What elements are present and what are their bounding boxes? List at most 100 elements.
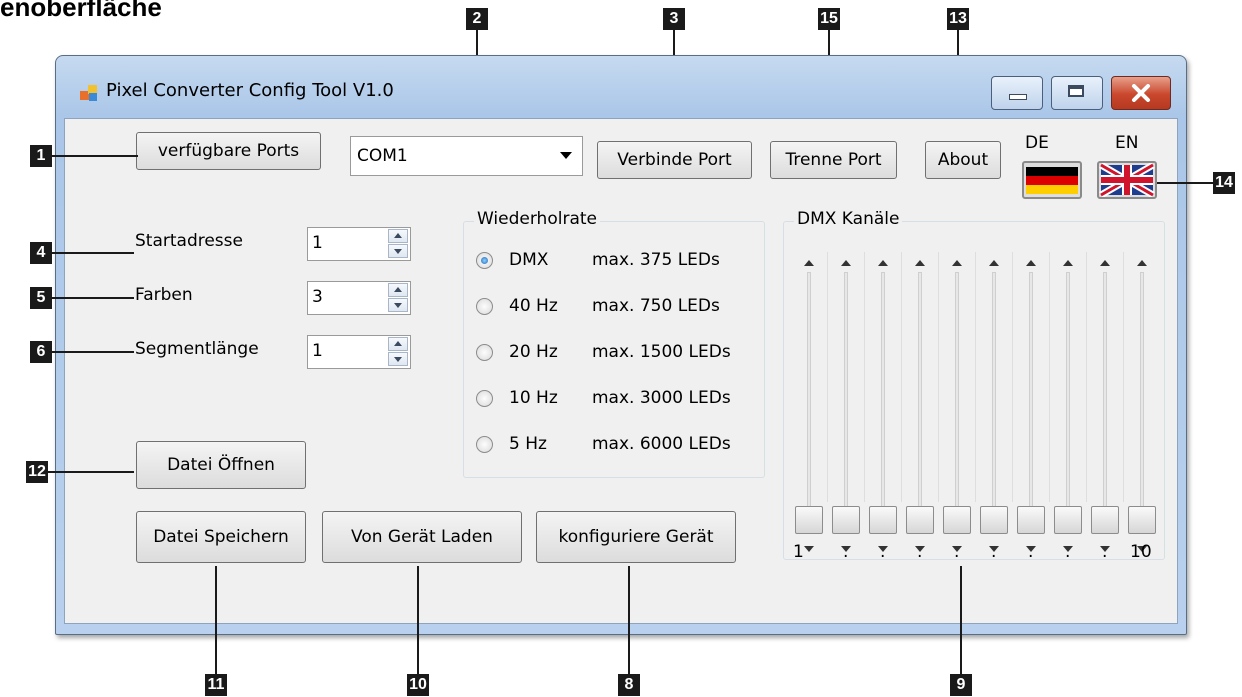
callout-12: 12 bbox=[26, 461, 48, 483]
slider-tick-up-icon bbox=[804, 260, 814, 266]
slider-track bbox=[955, 272, 959, 530]
slider-track bbox=[1029, 272, 1033, 530]
close-button[interactable] bbox=[1111, 76, 1171, 110]
slider-thumb[interactable] bbox=[906, 506, 934, 534]
spinner-up-icon[interactable] bbox=[388, 337, 408, 351]
callout-4: 4 bbox=[30, 242, 52, 264]
dmx-channel-dot: . bbox=[1065, 542, 1071, 562]
slider-thumb[interactable] bbox=[943, 506, 971, 534]
open-file-button[interactable]: Datei Öffnen bbox=[136, 441, 306, 489]
chevron-down-icon bbox=[560, 152, 572, 159]
slider-track bbox=[1103, 272, 1107, 530]
disconnect-port-button[interactable]: Trenne Port bbox=[770, 141, 897, 179]
callout-11: 11 bbox=[205, 674, 227, 696]
repeat-rate-label: 10 Hz bbox=[509, 388, 558, 408]
available-ports-button[interactable]: verfügbare Ports bbox=[136, 132, 321, 170]
callout-14: 14 bbox=[1213, 172, 1235, 194]
callout-line-8 bbox=[628, 566, 630, 674]
slider-thumb[interactable] bbox=[1091, 506, 1119, 534]
slider-separator bbox=[975, 252, 976, 502]
slider-separator bbox=[1086, 252, 1087, 502]
port-select[interactable]: COM1 bbox=[350, 136, 583, 176]
slider-track bbox=[1140, 272, 1144, 530]
callout-8: 8 bbox=[618, 674, 640, 696]
dmx-channel-slider[interactable] bbox=[792, 260, 826, 552]
dmx-channel-slider[interactable] bbox=[1051, 260, 1085, 552]
dmx-channel-slider[interactable] bbox=[1125, 260, 1159, 552]
repeat-rate-radio[interactable] bbox=[476, 344, 493, 361]
app-icon bbox=[80, 85, 97, 101]
slider-track bbox=[1066, 272, 1070, 530]
dmx-channel-slider[interactable] bbox=[977, 260, 1011, 552]
minimize-button[interactable] bbox=[991, 76, 1043, 110]
dmx-channel-dot: . bbox=[954, 542, 960, 562]
uk-flag-button[interactable] bbox=[1097, 161, 1157, 199]
colors-spinner[interactable]: 3 bbox=[307, 281, 411, 315]
repeat-rate-leds: max. 375 LEDs bbox=[592, 250, 720, 270]
maximize-icon bbox=[1068, 85, 1084, 97]
spinner-down-icon[interactable] bbox=[388, 244, 408, 258]
dmx-channel-dot: . bbox=[843, 542, 849, 562]
dmx-channel-slider[interactable] bbox=[903, 260, 937, 552]
callout-line-10 bbox=[417, 566, 419, 674]
repeat-rate-radio[interactable] bbox=[476, 298, 493, 315]
start-address-spinner[interactable]: 1 bbox=[307, 227, 411, 261]
load-from-device-button[interactable]: Von Gerät Laden bbox=[322, 511, 522, 563]
connect-port-button[interactable]: Verbinde Port bbox=[597, 141, 752, 179]
repeat-rate-radio[interactable] bbox=[476, 390, 493, 407]
slider-separator bbox=[1012, 252, 1013, 502]
slider-tick-up-icon bbox=[952, 260, 962, 266]
repeat-rate-radio[interactable] bbox=[476, 252, 493, 269]
segment-length-value: 1 bbox=[312, 341, 323, 361]
slider-thumb[interactable] bbox=[1054, 506, 1082, 534]
slider-thumb[interactable] bbox=[980, 506, 1008, 534]
spinner-down-icon[interactable] bbox=[388, 352, 408, 366]
callout-line-9 bbox=[960, 566, 962, 674]
repeat-rate-label: 40 Hz bbox=[509, 296, 558, 316]
callout-6: 6 bbox=[30, 341, 52, 363]
slider-track bbox=[807, 272, 811, 530]
colors-value: 3 bbox=[312, 287, 323, 307]
dmx-channel-slider[interactable] bbox=[940, 260, 974, 552]
slider-tick-up-icon bbox=[1026, 260, 1036, 266]
dmx-channel-slider[interactable] bbox=[829, 260, 863, 552]
slider-thumb[interactable] bbox=[869, 506, 897, 534]
slider-thumb[interactable] bbox=[1128, 506, 1156, 534]
slider-track bbox=[844, 272, 848, 530]
slider-tick-up-icon bbox=[1063, 260, 1073, 266]
callout-1: 1 bbox=[30, 145, 52, 167]
callout-2: 2 bbox=[466, 8, 488, 30]
slider-tick-up-icon bbox=[989, 260, 999, 266]
segment-length-spinner[interactable]: 1 bbox=[307, 335, 411, 369]
slider-track bbox=[992, 272, 996, 530]
callout-line-1 bbox=[52, 155, 138, 157]
repeat-rate-label: DMX bbox=[509, 250, 549, 270]
repeat-rate-radio[interactable] bbox=[476, 436, 493, 453]
repeat-rate-leds: max. 1500 LEDs bbox=[592, 342, 731, 362]
dmx-channel-slider[interactable] bbox=[1088, 260, 1122, 552]
segment-length-label: Segmentlänge bbox=[135, 339, 259, 359]
spinner-up-icon[interactable] bbox=[388, 283, 408, 297]
slider-tick-up-icon bbox=[841, 260, 851, 266]
callout-line-5 bbox=[52, 297, 134, 299]
dmx-channel-dot: . bbox=[917, 542, 923, 562]
repeat-rate-leds: max. 6000 LEDs bbox=[592, 434, 731, 454]
spinner-down-icon[interactable] bbox=[388, 298, 408, 312]
dmx-channel-slider[interactable] bbox=[866, 260, 900, 552]
configure-device-button[interactable]: konfiguriere Gerät bbox=[536, 511, 736, 563]
dmx-channel-dot: . bbox=[1028, 542, 1034, 562]
slider-track bbox=[918, 272, 922, 530]
spinner-up-icon[interactable] bbox=[388, 229, 408, 243]
dmx-channel-slider[interactable] bbox=[1014, 260, 1048, 552]
slider-thumb[interactable] bbox=[795, 506, 823, 534]
about-button[interactable]: About bbox=[925, 141, 1001, 179]
lang-en-label: EN bbox=[1115, 133, 1139, 153]
save-file-button[interactable]: Datei Speichern bbox=[136, 511, 306, 563]
close-icon bbox=[1132, 84, 1150, 102]
slider-tick-up-icon bbox=[1100, 260, 1110, 266]
slider-thumb[interactable] bbox=[832, 506, 860, 534]
slider-thumb[interactable] bbox=[1017, 506, 1045, 534]
maximize-button[interactable] bbox=[1051, 76, 1103, 110]
german-flag-button[interactable] bbox=[1022, 161, 1082, 199]
callout-15: 15 bbox=[818, 8, 840, 30]
